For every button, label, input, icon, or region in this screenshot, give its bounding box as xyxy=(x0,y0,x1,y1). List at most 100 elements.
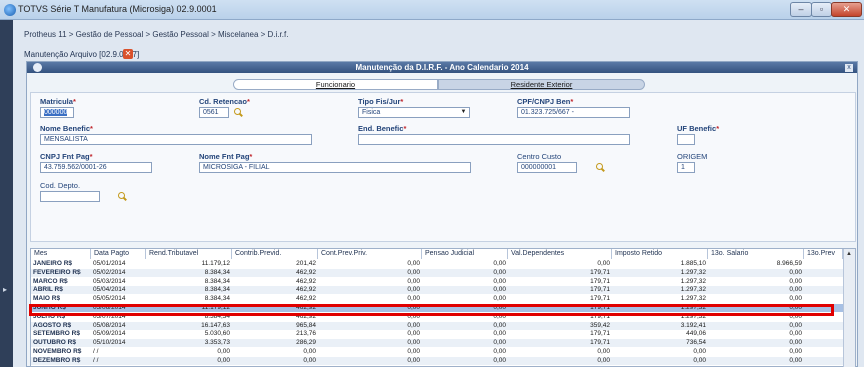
row-value-cell[interactable]: 462,92 xyxy=(232,269,318,277)
row-value-cell[interactable]: 0,00 xyxy=(232,348,318,356)
col-header-cont-prev-priv[interactable]: Cont.Prev.Priv. xyxy=(318,249,422,259)
row-value-cell[interactable]: 0,00 xyxy=(146,348,232,356)
row-value-cell[interactable]: 179,71 xyxy=(508,278,612,286)
row-value-cell[interactable]: 0,00 xyxy=(422,339,508,347)
row-month-cell[interactable]: MAIO R$ xyxy=(31,295,91,303)
row-value-cell[interactable]: 0,00 xyxy=(708,357,804,365)
row-value-cell[interactable]: 213,76 xyxy=(232,330,318,338)
maximize-button[interactable]: ▫ xyxy=(811,2,832,17)
col-header-13o-prev[interactable]: 13o.Prev xyxy=(804,249,843,259)
row-value-cell[interactable]: 0,00 xyxy=(422,330,508,338)
row-value-cell[interactable]: 0,00 xyxy=(708,269,804,277)
row-month-cell[interactable]: OUTUBRO R$ xyxy=(31,339,91,347)
row-value-cell[interactable]: 0,00 xyxy=(708,348,804,356)
table-row[interactable]: ABRIL R$ 05/04/2014 8.384,34 462,92 0,00 0,00… xyxy=(31,286,843,295)
row-value-cell[interactable]: 0,00 xyxy=(708,322,804,330)
row-value-cell[interactable]: 179,71 xyxy=(508,295,612,303)
subwindow-close-button[interactable]: ✕ xyxy=(123,49,133,59)
minimize-button[interactable]: – xyxy=(790,2,812,17)
row-month-cell[interactable]: ABRIL R$ xyxy=(31,286,91,294)
row-value-cell[interactable]: 0,00 xyxy=(318,269,422,277)
row-month-cell[interactable]: JANEIRO R$ xyxy=(31,260,91,268)
row-month-cell[interactable]: FEVEREIRO R$ xyxy=(31,269,91,277)
table-row[interactable]: JANEIRO R$ 05/01/2014 11.179,12 201,42 0,00 0… xyxy=(31,260,843,268)
row-value-cell[interactable]: 0,00 xyxy=(708,339,804,347)
row-value-cell[interactable]: 736,54 xyxy=(612,339,708,347)
table-row[interactable]: DEZEMBRO R$ / /0,00 0,00 0,00 0,00 0,00 0,00 0,… xyxy=(31,356,843,365)
row-value-cell[interactable]: 05/09/2014 xyxy=(91,330,146,338)
row-value-cell[interactable]: 0,00 xyxy=(422,260,508,268)
tab-residente-exterior[interactable]: Residente Exterior xyxy=(438,79,645,90)
end-benefic-field[interactable] xyxy=(358,134,630,145)
col-header-13o-salario[interactable]: 13o. Salario xyxy=(708,249,804,259)
row-value-cell[interactable]: 05/08/2014 xyxy=(91,322,146,330)
row-value-cell[interactable]: 0,00 xyxy=(318,322,422,330)
row-value-cell[interactable]: 0,00 xyxy=(708,286,804,294)
centro-custo-field[interactable]: 000000001 xyxy=(517,162,577,173)
row-month-cell[interactable]: SETEMBRO R$ xyxy=(31,330,91,338)
row-value-cell[interactable]: 1.885,10 xyxy=(612,260,708,268)
row-value-cell[interactable]: 1.297,32 xyxy=(612,295,708,303)
table-row[interactable]: SETEMBRO R$ 05/09/2014 5.030,60 213,76 0,00 0… xyxy=(31,330,843,338)
origem-field[interactable]: 1 xyxy=(677,162,695,173)
row-value-cell[interactable]: 0,00 xyxy=(508,357,612,365)
table-row[interactable]: MARCO R$ 05/03/2014 8.384,34 462,92 0,00 0,00… xyxy=(31,278,843,286)
row-value-cell[interactable]: 0,00 xyxy=(508,348,612,356)
cod-depto-field[interactable] xyxy=(40,191,100,202)
row-value-cell[interactable]: 201,42 xyxy=(232,260,318,268)
row-value-cell[interactable]: 5.030,60 xyxy=(146,330,232,338)
row-value-cell[interactable]: 1.297,32 xyxy=(612,269,708,277)
row-value-cell[interactable]: 8.384,34 xyxy=(146,278,232,286)
row-value-cell[interactable]: 0,00 xyxy=(708,278,804,286)
uf-benefic-field[interactable] xyxy=(677,134,695,145)
row-value-cell[interactable]: 0,00 xyxy=(422,348,508,356)
table-row[interactable]: OUTUBRO R$ 05/10/2014 3.353,73 286,29 0,00 0,… xyxy=(31,339,843,348)
row-value-cell[interactable]: 05/02/2014 xyxy=(91,269,146,277)
col-header-pensao-judicial[interactable]: Pensao Judicial xyxy=(422,249,508,259)
col-header-data-pagto[interactable]: Data Pagto xyxy=(91,249,146,259)
row-value-cell[interactable]: 0,00 xyxy=(422,322,508,330)
row-value-cell[interactable]: 462,92 xyxy=(232,278,318,286)
tab-funcionario[interactable]: Funcionario xyxy=(233,79,438,90)
row-value-cell[interactable]: 0,00 xyxy=(422,269,508,277)
row-month-cell[interactable]: AGOSTO R$ xyxy=(31,322,91,330)
row-value-cell[interactable]: 0,00 xyxy=(612,348,708,356)
col-header-rend-tributavel[interactable]: Rend.Tributavel xyxy=(146,249,232,259)
row-value-cell[interactable]: 0,00 xyxy=(612,357,708,365)
matricula-field[interactable]: 000000 xyxy=(40,107,74,118)
table-row[interactable]: FEVEREIRO R$ 05/02/2014 8.384,34 462,92 0,00… xyxy=(31,268,843,277)
row-value-cell[interactable]: 8.384,34 xyxy=(146,295,232,303)
row-value-cell[interactable]: 0,00 xyxy=(318,339,422,347)
grid-scrollbar[interactable] xyxy=(843,249,855,367)
row-value-cell[interactable]: 0,00 xyxy=(318,286,422,294)
row-value-cell[interactable]: 3.192,41 xyxy=(612,322,708,330)
row-month-cell[interactable]: DEZEMBRO R$ xyxy=(31,357,91,365)
row-value-cell[interactable]: 8.384,34 xyxy=(146,269,232,277)
row-value-cell[interactable]: 0,00 xyxy=(318,357,422,365)
row-value-cell[interactable]: 05/03/2014 xyxy=(91,278,146,286)
row-value-cell[interactable]: 449,06 xyxy=(612,330,708,338)
tipo-fis-jur-select[interactable]: Fisica xyxy=(358,107,470,118)
row-month-cell[interactable]: NOVEMBRO R$ xyxy=(31,348,91,356)
chevron-down-icon[interactable]: ▼ xyxy=(459,108,468,117)
row-value-cell[interactable]: 286,29 xyxy=(232,339,318,347)
row-value-cell[interactable]: 8.966,59 xyxy=(708,260,804,268)
col-header-val-dependentes[interactable]: Val.Dependentes xyxy=(508,249,612,259)
row-value-cell[interactable]: 0,00 xyxy=(318,260,422,268)
row-value-cell[interactable]: 179,71 xyxy=(508,339,612,347)
row-month-cell[interactable]: MARCO R$ xyxy=(31,278,91,286)
row-value-cell[interactable]: 05/05/2014 xyxy=(91,295,146,303)
table-row[interactable]: MAIO R$ 05/05/2014 8.384,34 462,92 0,00 0,00 1… xyxy=(31,295,843,303)
cnpj-fnt-pag-field[interactable]: 43.759.562/0001-26 xyxy=(40,162,152,173)
row-value-cell[interactable]: 0,00 xyxy=(708,330,804,338)
search-icon[interactable] xyxy=(118,192,127,201)
row-value-cell[interactable]: 179,71 xyxy=(508,330,612,338)
close-window-button[interactable]: ✕ xyxy=(831,2,862,17)
row-value-cell[interactable]: 0,00 xyxy=(318,348,422,356)
search-icon[interactable] xyxy=(234,108,243,117)
row-value-cell[interactable]: 0,00 xyxy=(318,295,422,303)
row-value-cell[interactable]: 11.179,12 xyxy=(146,260,232,268)
row-value-cell[interactable]: 462,92 xyxy=(232,295,318,303)
row-value-cell[interactable]: / / xyxy=(91,348,146,356)
row-value-cell[interactable]: 0,00 xyxy=(422,295,508,303)
